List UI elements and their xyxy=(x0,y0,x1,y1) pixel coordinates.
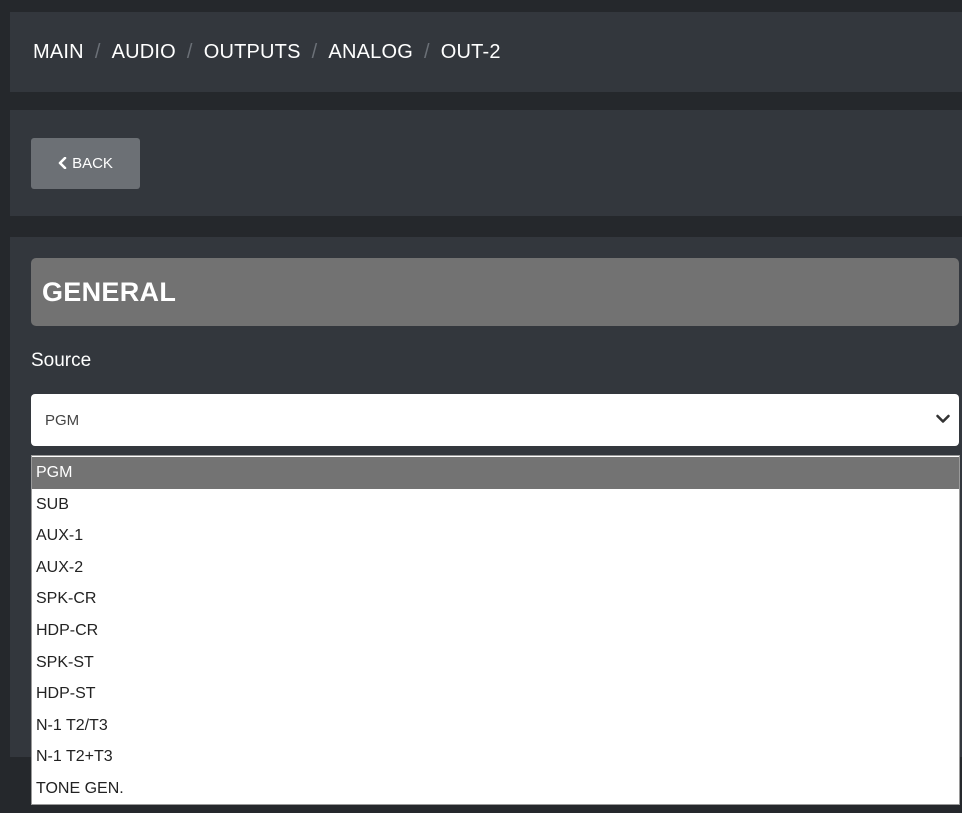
dropdown-option-spk-st[interactable]: SPK-ST xyxy=(32,647,959,679)
breadcrumb-separator: / xyxy=(423,40,430,63)
breadcrumb-item-main[interactable]: MAIN xyxy=(33,41,84,64)
dropdown-option-hdp-cr[interactable]: HDP-CR xyxy=(32,615,959,647)
source-label: Source xyxy=(31,350,92,371)
dropdown-option-n-1-t2-t3[interactable]: N-1 T2/T3 xyxy=(32,710,959,742)
dropdown-option-hdp-st[interactable]: HDP-ST xyxy=(32,678,959,710)
source-select[interactable]: PGM xyxy=(31,394,959,446)
back-button-label: BACK xyxy=(72,155,113,172)
breadcrumb-separator: / xyxy=(311,40,318,63)
breadcrumb-item-audio[interactable]: AUDIO xyxy=(112,41,176,64)
breadcrumb-item-outputs[interactable]: OUTPUTS xyxy=(204,41,301,64)
source-select-value: PGM xyxy=(45,411,80,429)
dropdown-option-pgm[interactable]: PGM xyxy=(32,457,959,489)
dropdown-option-aux-1[interactable]: AUX-1 xyxy=(32,520,959,552)
breadcrumb-item-analog[interactable]: ANALOG xyxy=(328,41,413,64)
breadcrumb: MAIN / AUDIO / OUTPUTS / ANALOG / OUT-2 xyxy=(10,12,962,92)
chevron-down-icon xyxy=(935,411,951,427)
dropdown-option-n-1-t2-plus-t3[interactable]: N-1 T2+T3 xyxy=(32,741,959,773)
back-button[interactable]: BACK xyxy=(31,138,140,189)
dropdown-option-sub[interactable]: SUB xyxy=(32,489,959,521)
dropdown-option-spk-cr[interactable]: SPK-CR xyxy=(32,583,959,615)
back-panel: BACK xyxy=(10,110,962,216)
dropdown-option-tone-gen[interactable]: TONE GEN. xyxy=(32,773,959,805)
breadcrumb-separator: / xyxy=(186,40,193,63)
breadcrumb-item-out-2: OUT-2 xyxy=(440,40,501,63)
breadcrumb-separator: / xyxy=(94,40,101,63)
page: MAIN / AUDIO / OUTPUTS / ANALOG / OUT-2 … xyxy=(0,0,962,813)
dropdown-option-aux-2[interactable]: AUX-2 xyxy=(32,552,959,584)
section-title: GENERAL xyxy=(31,258,959,326)
source-dropdown-list: PGM SUB AUX-1 AUX-2 SPK-CR HDP-CR SPK-ST… xyxy=(31,455,960,805)
chevron-left-icon xyxy=(58,156,67,172)
